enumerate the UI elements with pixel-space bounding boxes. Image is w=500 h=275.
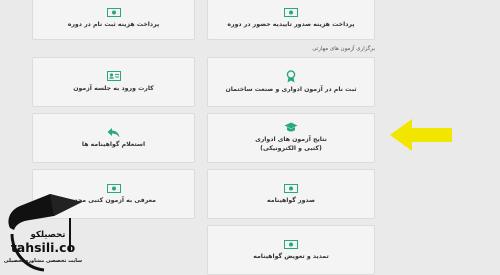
card-label: پرداخت هزینه ثبت نام در دوره: [67, 20, 160, 28]
money-icon: [284, 183, 298, 194]
card-label: استعلام گواهینامه ها: [81, 140, 146, 148]
money-icon: [284, 239, 298, 250]
award-icon: [284, 69, 298, 83]
money-icon: [106, 183, 121, 194]
renew-certificate-card[interactable]: تمدید و تعویض گواهینامه: [207, 225, 375, 275]
pay-registration-fee-card[interactable]: پرداخت هزینه ثبت نام در دوره: [32, 0, 195, 40]
logo-brand-fa: تحصیلکو: [30, 230, 66, 240]
money-icon: [106, 7, 121, 18]
reply-arrow-icon: [107, 127, 121, 138]
card-label: تمدید و تعویض گواهینامه: [253, 252, 329, 260]
card-label: کارت ورود به جلسه آزمون: [73, 84, 154, 92]
logo-brand-en: tahsili.co: [11, 240, 76, 255]
section-title: برگزاری آزمون های مهارتی: [312, 46, 375, 52]
register-periodic-exam-card[interactable]: ثبت نام در آزمون ادواری و صنعت ساختمان: [207, 57, 375, 107]
tahsilico-logo: تحصیلکو tahsili.co سایت تخصصی مشاوره تحص…: [4, 194, 82, 272]
card-label: صدور گواهینامه: [267, 196, 315, 204]
card-sublabel: (کتبی و الکترونیکی): [260, 145, 322, 152]
entry-card-card[interactable]: کارت ورود به جلسه آزمون: [32, 57, 195, 107]
card-label: پرداخت هزینه صدور تاییدیه حضور در دوره: [227, 20, 355, 28]
graduation-cap-icon: [284, 122, 298, 133]
periodic-exam-results-card[interactable]: نتایج آزمون های ادواری (کتبی و الکترونیک…: [207, 113, 375, 163]
logo-tagline: سایت تخصصی مشاوره تحصیلی: [4, 258, 82, 264]
id-card-icon: [106, 71, 121, 82]
issue-certificate-card[interactable]: صدور گواهینامه: [207, 169, 375, 219]
card-label: ثبت نام در آزمون ادواری و صنعت ساختمان: [225, 85, 357, 93]
card-label: نتایج آزمون های ادواری: [255, 136, 327, 144]
money-icon: [284, 7, 298, 18]
retrieve-certificates-card[interactable]: استعلام گواهینامه ها: [32, 113, 195, 163]
pointer-arrow-icon: [390, 119, 452, 151]
pay-certificate-fee-card[interactable]: پرداخت هزینه صدور تاییدیه حضور در دوره: [207, 0, 375, 40]
